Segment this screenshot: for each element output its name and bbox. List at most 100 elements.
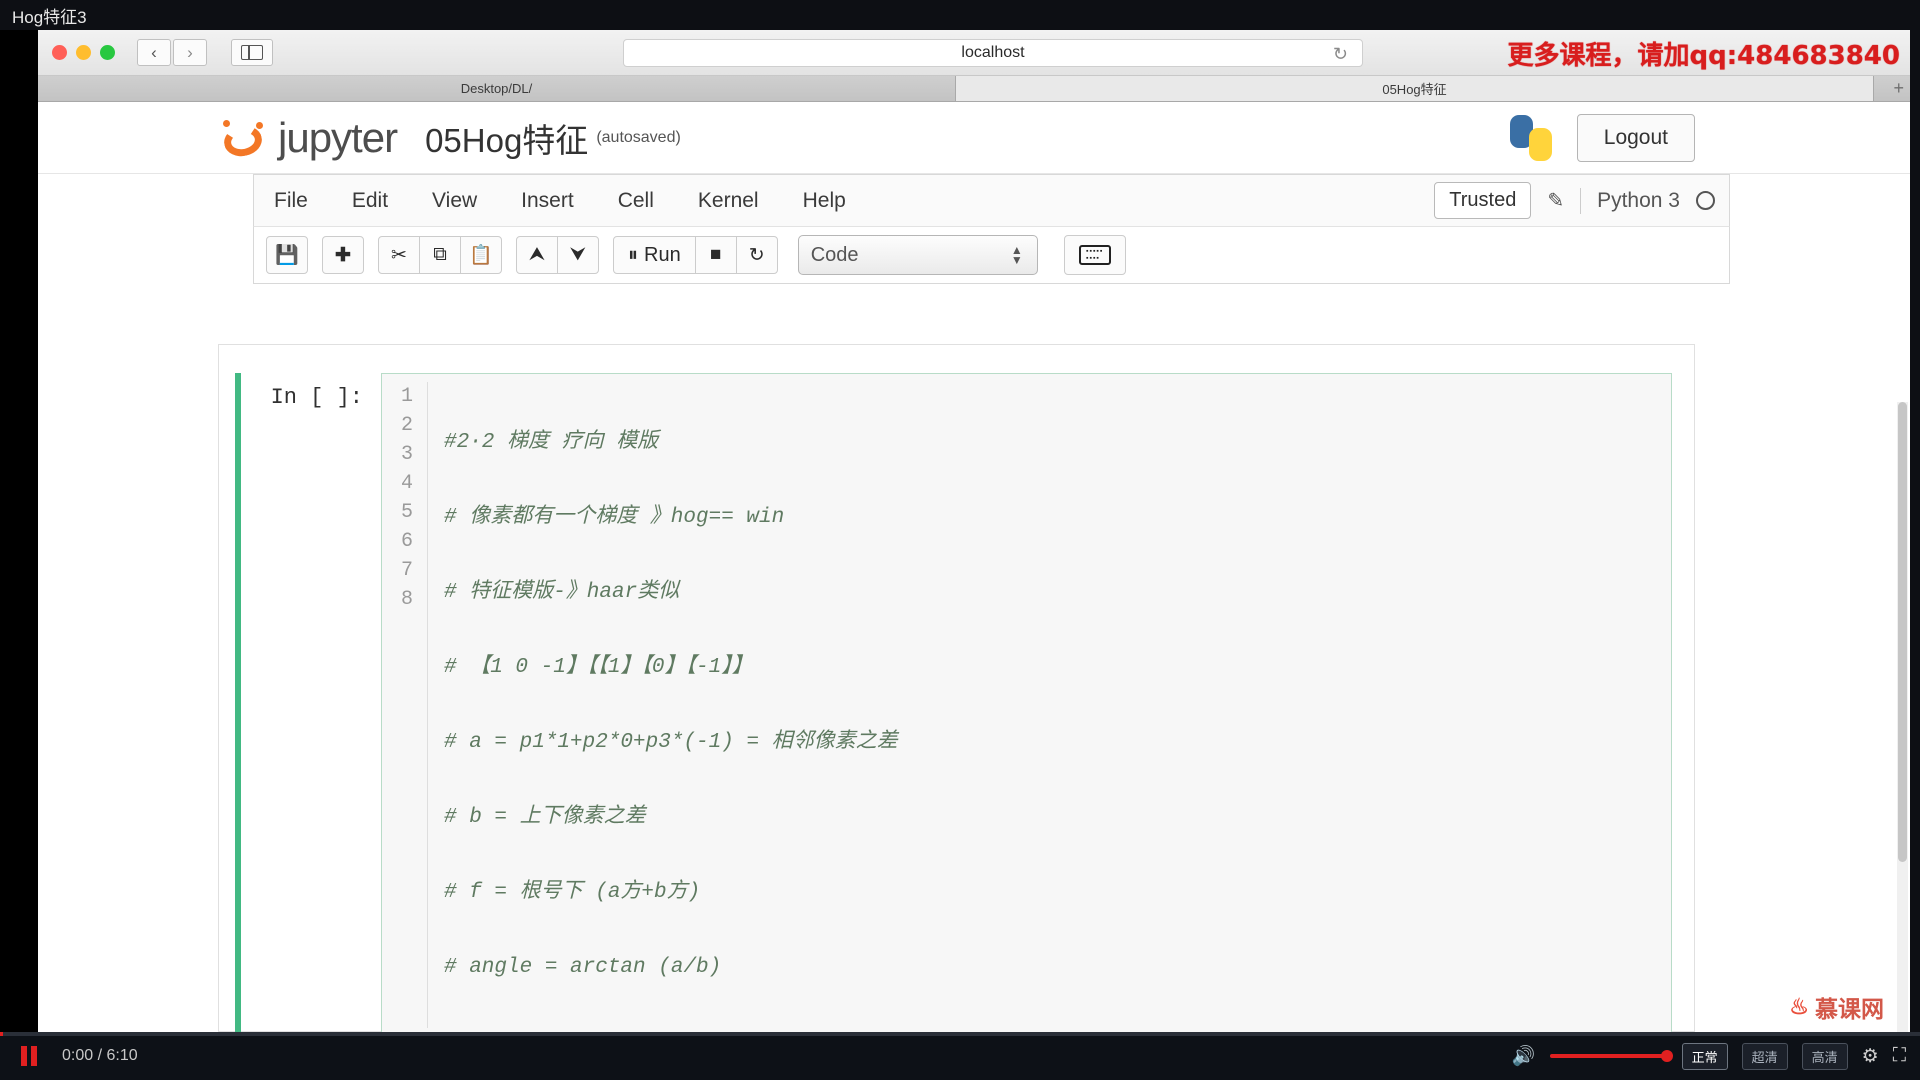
run-icon: ⏸︎ <box>628 243 638 266</box>
notebook-page: In [ ]: 12345678 #2·2 梯度 疗向 模版 # 像素都有一个梯… <box>218 344 1695 1032</box>
flame-icon: ♨ <box>1789 994 1809 1019</box>
code-line: #2·2 梯度 疗向 模版 <box>444 431 659 454</box>
run-button[interactable]: ⏸︎ Run <box>613 236 696 274</box>
gear-icon[interactable]: ⚙ <box>1862 1045 1879 1068</box>
run-label: Run <box>644 243 681 266</box>
menu-view[interactable]: View <box>432 189 477 213</box>
toolbar-group-save: 💾 <box>266 236 308 274</box>
quality-button-normal[interactable]: 正常 <box>1681 1042 1728 1070</box>
arrow-up-icon[interactable]: ⮝ <box>516 236 558 274</box>
jupyter-wordmark[interactable]: jupyter <box>278 114 398 162</box>
current-time: 0:00 <box>62 1047 94 1064</box>
address-bar[interactable]: localhost ↻ <box>623 39 1363 67</box>
browser-toolbar: ‹ › localhost ↻ 更多课程，请加qq:484683840 <box>38 30 1910 76</box>
notebook-cell[interactable]: In [ ]: 12345678 #2·2 梯度 疗向 模版 # 像素都有一个梯… <box>235 373 1672 1032</box>
stop-square-icon[interactable]: ■ <box>694 236 737 274</box>
jupyter-toolbar: 💾 ✚ ✂ ⧉ 📋 ⮝ ⮟ ⏸︎ Run ■ ↻ Code ▲ ▼ ▪▪▪▪▪ … <box>253 226 1730 284</box>
code-line: # a = p1*1+p2*0+p3*(-1) = 相邻像素之差 <box>444 731 898 754</box>
cell-line-numbers: 12345678 <box>382 382 428 1028</box>
menu-help[interactable]: Help <box>803 189 846 213</box>
video-window-title: Hog特征3 <box>12 7 87 27</box>
menu-kernel[interactable]: Kernel <box>698 189 759 213</box>
site-watermark-label: 慕课网 <box>1815 996 1884 1022</box>
total-time: 6:10 <box>106 1047 138 1064</box>
trusted-badge[interactable]: Trusted <box>1434 182 1532 219</box>
autosave-status: (autosaved) <box>596 128 681 146</box>
browser-window: ‹ › localhost ↻ 更多课程，请加qq:484683840 Desk… <box>38 30 1910 1032</box>
forward-icon[interactable]: › <box>173 39 207 66</box>
quality-button-hd[interactable]: 高清 <box>1801 1042 1848 1070</box>
keyboard-icon[interactable]: ▪▪▪▪▪ ▪▪▪▪ <box>1063 235 1126 275</box>
new-tab-icon[interactable]: + <box>1893 79 1904 97</box>
code-line: # f = 根号下 (a方+b方) <box>444 881 701 904</box>
fullscreen-icon[interactable]: ⛶ <box>1893 1045 1906 1067</box>
video-progress-fill <box>0 1032 3 1036</box>
close-window-button[interactable] <box>52 45 67 60</box>
cell-type-select[interactable]: Code ▲ ▼ <box>797 235 1038 275</box>
quality-button-ultra[interactable]: 超清 <box>1741 1042 1788 1070</box>
toolbar-group-run: ⏸︎ Run ■ ↻ <box>613 236 778 274</box>
notebook-scroll-area[interactable]: In [ ]: 12345678 #2·2 梯度 疗向 模版 # 像素都有一个梯… <box>38 344 1910 1032</box>
scrollbar-thumb[interactable] <box>1898 402 1907 862</box>
player-right-controls: 🔊 正常 超清 高清 ⚙ ⛶ <box>1512 1042 1920 1070</box>
tab-strip: Desktop/DL/ 05Hog特征 + <box>38 76 1910 102</box>
kernel-idle-circle-icon[interactable] <box>1696 191 1715 210</box>
menu-file[interactable]: File <box>274 189 308 213</box>
copy-icon[interactable]: ⧉ <box>419 236 461 274</box>
plus-icon[interactable]: ✚ <box>322 236 364 274</box>
minimize-window-button[interactable] <box>76 45 91 60</box>
code-line: # 特征模版-》haar类似 <box>444 581 680 604</box>
floppy-save-icon[interactable]: 💾 <box>266 236 308 274</box>
browser-tab-desktop-dl[interactable]: Desktop/DL/ <box>38 76 956 101</box>
site-watermark: ♨ 慕课网 <box>1789 990 1884 1024</box>
scissors-icon[interactable]: ✂ <box>378 236 420 274</box>
promo-overlay-text: 更多课程，请加qq:484683840 <box>1507 41 1900 71</box>
cell-prompt: In [ ]: <box>270 385 363 410</box>
code-line: # angle = arctan (a/b) <box>444 956 722 979</box>
window-traffic-lights <box>52 45 115 60</box>
updown-arrows-icon: ▲ ▼ <box>1010 243 1023 267</box>
kernel-name-label[interactable]: Python 3 <box>1597 189 1680 213</box>
speaker-icon[interactable]: 🔊 <box>1512 1044 1536 1068</box>
browser-tab-label: 05Hog特征 <box>1382 82 1447 97</box>
restart-circle-icon[interactable]: ↻ <box>735 236 778 274</box>
menu-insert[interactable]: Insert <box>521 189 574 213</box>
cell-source-code[interactable]: #2·2 梯度 疗向 模版 # 像素都有一个梯度 》hog== win # 特征… <box>428 382 898 1028</box>
video-window-title-bar: Hog特征3 <box>0 0 1920 30</box>
left-letterbox <box>0 30 38 1040</box>
jupyter-header-right: Logout <box>1507 113 1910 162</box>
paste-icon[interactable]: 📋 <box>460 236 502 274</box>
browser-tab-notebook[interactable]: 05Hog特征 <box>956 76 1874 101</box>
python-logo-icon <box>1507 114 1555 162</box>
reload-icon[interactable]: ↻ <box>1333 44 1348 65</box>
video-time-display: 0:00 / 6:10 <box>62 1047 138 1065</box>
maximize-window-button[interactable] <box>100 45 115 60</box>
toolbar-group-move: ⮝ ⮟ <box>516 236 599 274</box>
video-player-bar: 0:00 / 6:10 🔊 正常 超清 高清 ⚙ ⛶ <box>0 1032 1920 1080</box>
pencil-icon[interactable]: ✎ <box>1547 188 1564 213</box>
notebook-title[interactable]: 05Hog特征 <box>425 114 588 162</box>
back-icon[interactable]: ‹ <box>137 39 171 66</box>
arrow-down-icon[interactable]: ⮟ <box>557 236 599 274</box>
jupyter-logo-icon[interactable] <box>218 118 270 160</box>
page-scrollbar[interactable] <box>1897 402 1908 1032</box>
volume-knob[interactable] <box>1660 1050 1673 1062</box>
cell-input-area[interactable]: 12345678 #2·2 梯度 疗向 模版 # 像素都有一个梯度 》hog==… <box>381 373 1672 1032</box>
code-line: # 【1 0 -1】【【1】【0】【-1】】 <box>444 656 753 679</box>
toolbar-group-clipboard: ✂ ⧉ 📋 <box>378 236 502 274</box>
right-letterbox <box>1910 30 1920 1040</box>
menu-cell[interactable]: Cell <box>618 189 654 213</box>
menu-edit[interactable]: Edit <box>352 189 388 213</box>
code-line: # 像素都有一个梯度 》hog== win <box>444 506 785 529</box>
pause-icon[interactable] <box>0 1032 58 1080</box>
address-bar-text: localhost <box>961 44 1025 61</box>
video-progress-bar[interactable] <box>0 1032 1920 1036</box>
logout-button[interactable]: Logout <box>1576 113 1695 162</box>
code-line: # b = 上下像素之差 <box>444 806 646 829</box>
volume-slider[interactable] <box>1549 1050 1673 1062</box>
menu-bar-right: Trusted ✎ Python 3 <box>1434 182 1729 219</box>
cell-type-value: Code <box>810 243 859 266</box>
sidebar-toggle-icon[interactable] <box>231 39 273 66</box>
navigation-buttons: ‹ › <box>137 39 207 66</box>
divider <box>1580 187 1582 214</box>
